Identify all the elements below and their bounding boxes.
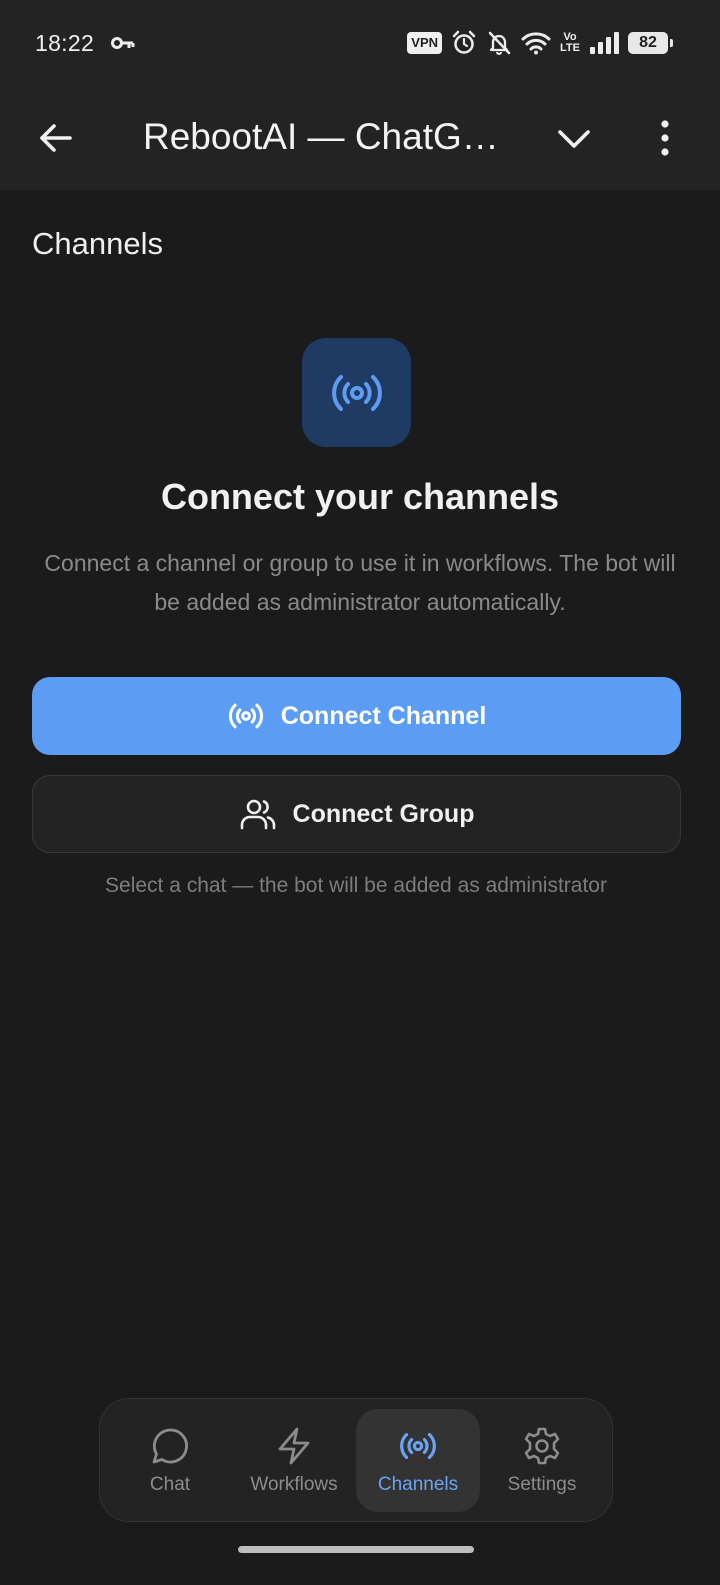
nav-label-settings: Settings [507, 1473, 577, 1495]
arrow-left-icon [40, 124, 72, 152]
nav-item-workflows[interactable]: Workflows [232, 1409, 356, 1512]
page-title: Channels [32, 226, 163, 261]
status-icons: VPN Vo LTE 82 [407, 30, 673, 56]
status-time: 18:22 [35, 30, 95, 56]
bottom-nav: Chat Workflows Channels Settings [99, 1398, 613, 1522]
connect-group-button[interactable]: Connect Group [32, 775, 681, 853]
connect-channel-button[interactable]: Connect Channel [32, 677, 681, 755]
message-circle-icon [152, 1428, 188, 1463]
broadcast-icon [331, 374, 382, 411]
hero-icon-tile [302, 338, 411, 447]
bell-off-icon [486, 30, 512, 56]
nav-label-channels: Channels [377, 1473, 459, 1495]
broadcast-icon [400, 1432, 436, 1459]
status-bar: 18:22 VPN Vo LTE 82 [0, 0, 720, 92]
nav-label-chat: Chat [149, 1473, 191, 1495]
zap-icon [278, 1427, 310, 1464]
alarm-icon [451, 30, 477, 56]
title-dropdown-button[interactable] [554, 118, 594, 158]
hint-text: Select a chat — the bot will be added as… [105, 874, 607, 897]
nav-item-channels[interactable]: Channels [356, 1409, 480, 1512]
nav-label-workflows: Workflows [250, 1473, 338, 1495]
chevron-down-icon [558, 130, 590, 148]
vpn-badge: VPN [407, 32, 443, 54]
connect-group-label: Connect Group [292, 799, 475, 828]
key-icon [111, 36, 135, 50]
hero-heading: Connect your channels [160, 476, 560, 517]
battery-icon: 82 [628, 32, 673, 54]
nav-item-settings[interactable]: Settings [480, 1409, 604, 1512]
users-icon [240, 799, 275, 830]
broadcast-icon [228, 703, 263, 729]
volte-bottom-label: LTE [560, 42, 580, 54]
app-title: RebootAI — ChatGPT [143, 116, 503, 157]
nav-item-chat[interactable]: Chat [108, 1409, 232, 1512]
more-options-button[interactable] [654, 118, 690, 158]
home-indicator[interactable] [238, 1546, 474, 1553]
wifi-icon [521, 31, 551, 55]
back-button[interactable] [36, 118, 76, 158]
more-vertical-icon [661, 120, 669, 156]
hero-description: Connect a channel or group to use it in … [44, 550, 676, 615]
app-bar: RebootAI — ChatGPT [0, 92, 720, 190]
gear-icon [524, 1427, 560, 1464]
connect-channel-label: Connect Channel [280, 701, 487, 730]
volte-icon: Vo LTE [560, 32, 580, 54]
signal-icon [589, 31, 619, 55]
